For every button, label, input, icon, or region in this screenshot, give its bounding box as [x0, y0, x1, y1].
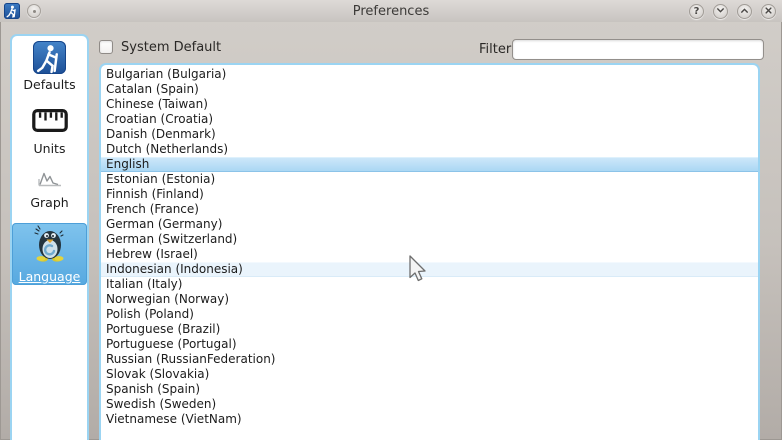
close-button[interactable]: [761, 4, 776, 19]
titlebar-buttons: ?: [689, 4, 776, 19]
shade-up-button[interactable]: [737, 4, 752, 19]
ruler-icon: [31, 107, 69, 138]
graph-icon: [37, 169, 63, 192]
shade-down-button[interactable]: [713, 4, 728, 19]
system-default-checkbox[interactable]: [99, 40, 113, 54]
language-row-label: Dutch (Netherlands): [106, 142, 228, 156]
language-row[interactable]: Indonesian (Indonesia): [101, 262, 758, 277]
question-icon: ?: [694, 6, 700, 17]
language-row-label: Portuguese (Brazil): [106, 322, 220, 336]
language-row-label: German (Switzerland): [106, 232, 237, 246]
language-row[interactable]: Vietnamese (VietNam): [101, 412, 758, 427]
language-row[interactable]: German (Germany): [101, 217, 758, 232]
language-row-label: Italian (Italy): [106, 277, 182, 291]
language-row-label: Bulgarian (Bulgaria): [106, 67, 226, 81]
chevron-up-icon: [739, 5, 750, 19]
language-row[interactable]: Finnish (Finland): [101, 187, 758, 202]
language-row[interactable]: Dutch (Netherlands): [101, 142, 758, 157]
language-row-label: Estonian (Estonia): [106, 172, 215, 186]
language-row[interactable]: German (Switzerland): [101, 232, 758, 247]
language-row-label: Catalan (Spain): [106, 82, 199, 96]
language-row[interactable]: Danish (Denmark): [101, 127, 758, 142]
language-row-label: Slovak (Slovakia): [106, 367, 209, 381]
sidebar-item-graph[interactable]: Graph: [30, 156, 68, 210]
sidebar-item-label: Graph: [30, 195, 68, 210]
hiker-icon: [33, 41, 66, 74]
sidebar-item-language[interactable]: Language: [12, 223, 87, 285]
language-row-label: German (Germany): [106, 217, 222, 231]
sidebar-item-label: Units: [34, 141, 66, 156]
sidebar-item-defaults[interactable]: Defaults: [23, 36, 75, 92]
language-row-label: Hebrew (Israel): [106, 247, 198, 261]
language-row-label: Vietnamese (VietNam): [106, 412, 242, 426]
language-row[interactable]: Estonian (Estonia): [101, 172, 758, 187]
help-button[interactable]: ?: [689, 4, 704, 19]
language-row-label: Spanish (Spain): [106, 382, 200, 396]
sidebar-item-label: Defaults: [23, 77, 75, 92]
language-row[interactable]: French (France): [101, 202, 758, 217]
language-row-label: Chinese (Taiwan): [106, 97, 208, 111]
preferences-dialog: Preferences ?: [0, 0, 782, 440]
tux-penguin-icon: [28, 223, 72, 269]
filter-input[interactable]: [512, 39, 764, 60]
language-row[interactable]: Polish (Poland): [101, 307, 758, 322]
language-row[interactable]: Portuguese (Portugal): [101, 337, 758, 352]
language-row[interactable]: Catalan (Spain): [101, 82, 758, 97]
window-title: Preferences: [0, 4, 782, 19]
sidebar-item-units[interactable]: Units: [31, 92, 69, 156]
language-row[interactable]: Portuguese (Brazil): [101, 322, 758, 337]
language-row[interactable]: Hebrew (Israel): [101, 247, 758, 262]
language-row-label: French (France): [106, 202, 199, 216]
language-row[interactable]: Bulgarian (Bulgaria): [101, 67, 758, 82]
language-row[interactable]: English: [101, 157, 758, 172]
language-row-label: Norwegian (Norway): [106, 292, 229, 306]
language-row[interactable]: Slovak (Slovakia): [101, 367, 758, 382]
language-row[interactable]: Swedish (Sweden): [101, 397, 758, 412]
filter-label: Filter: [479, 42, 511, 57]
language-row[interactable]: Russian (RussianFederation): [101, 352, 758, 367]
language-row-label: Russian (RussianFederation): [106, 352, 275, 366]
language-list[interactable]: Bulgarian (Bulgaria) Catalan (Spain) Chi…: [99, 63, 760, 440]
sidebar-item-label: Language: [19, 269, 81, 284]
language-row[interactable]: Italian (Italy): [101, 277, 758, 292]
language-row[interactable]: Chinese (Taiwan): [101, 97, 758, 112]
system-default-label: System Default: [121, 40, 221, 55]
language-row[interactable]: Croatian (Croatia): [101, 112, 758, 127]
sidebar: Defaults Units Graph: [10, 34, 89, 440]
language-row-label: English: [106, 157, 149, 171]
titlebar[interactable]: Preferences ?: [0, 0, 782, 22]
language-row-label: Polish (Poland): [106, 307, 194, 321]
language-row[interactable]: Spanish (Spain): [101, 382, 758, 397]
language-row-label: Indonesian (Indonesia): [106, 262, 243, 276]
language-row-label: Portuguese (Portugal): [106, 337, 237, 351]
language-row-label: Croatian (Croatia): [106, 112, 213, 126]
language-row-label: Danish (Denmark): [106, 127, 216, 141]
language-row-label: Swedish (Sweden): [106, 397, 216, 411]
close-icon: [763, 5, 774, 19]
chevron-down-icon: [715, 5, 726, 19]
language-row-label: Finnish (Finland): [106, 187, 204, 201]
language-row[interactable]: Norwegian (Norway): [101, 292, 758, 307]
